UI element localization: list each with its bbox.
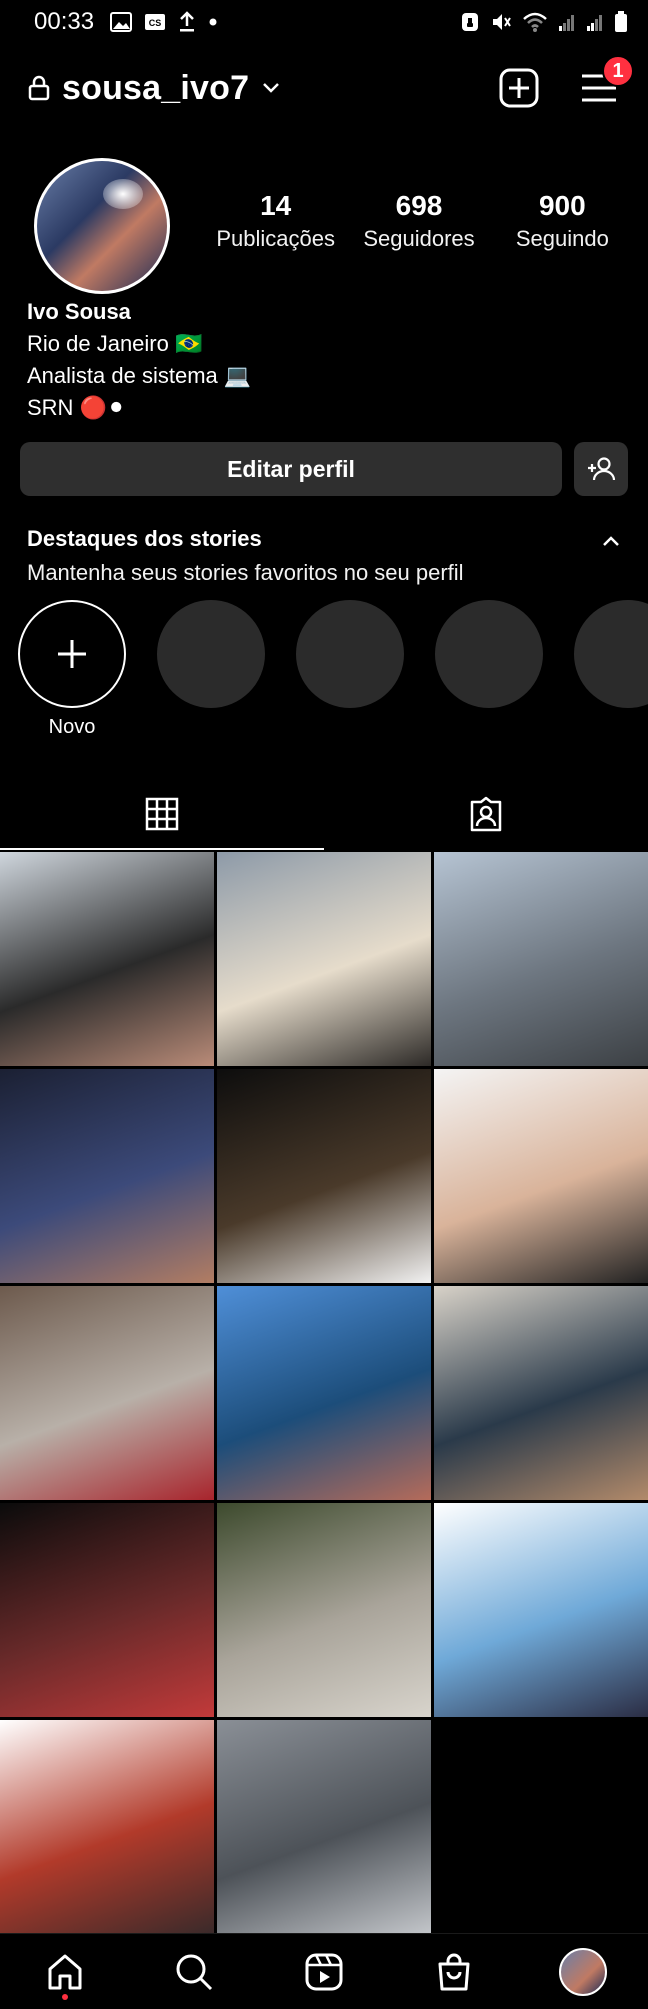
post-thumbnail[interactable] (434, 852, 648, 1066)
profile-avatar (559, 1947, 608, 1996)
upload-icon (178, 11, 196, 33)
stat-posts[interactable]: 14 Publicações (204, 188, 347, 254)
stat-number: 698 (395, 190, 443, 221)
post-thumbnail[interactable] (434, 1286, 648, 1500)
post-thumbnail[interactable] (0, 852, 214, 1066)
post-thumbnail[interactable] (0, 1503, 214, 1717)
status-bar: 00:33 CS (0, 0, 648, 44)
nav-activity-dot (61, 1993, 68, 2000)
mute-icon (490, 11, 512, 33)
plus-icon (58, 640, 86, 668)
stat-number: 900 (538, 190, 586, 221)
profile-header: sousa_ivo7 1 (0, 55, 648, 118)
highlights-subtitle: Mantenha seus stories favoritos no seu p… (27, 560, 464, 585)
highlight-placeholder (574, 600, 648, 708)
notification-badge: 1 (602, 55, 634, 87)
highlights-row: Novo (18, 600, 648, 740)
post-thumbnail[interactable] (434, 1503, 648, 1717)
chevron-up-icon (603, 536, 619, 546)
status-time: 00:33 (34, 8, 95, 35)
nav-home[interactable] (35, 1942, 95, 2002)
post-thumbnail[interactable] (217, 1069, 431, 1283)
nav-shop[interactable] (424, 1942, 484, 2002)
create-post-button[interactable] (498, 67, 540, 109)
post-thumbnail[interactable] (434, 1069, 648, 1283)
wifi-icon (522, 11, 548, 33)
nav-search[interactable] (164, 1942, 224, 2002)
profile-tabs (0, 778, 648, 850)
post-thumbnail[interactable] (217, 1503, 431, 1717)
post-thumbnail[interactable] (217, 1286, 431, 1500)
lock-icon (28, 75, 50, 101)
highlights-title: Destaques dos stories (27, 526, 262, 551)
nav-profile[interactable] (553, 1942, 613, 2002)
stat-label: Seguidores (363, 226, 475, 251)
dot-icon (208, 17, 218, 27)
plus-square-icon (499, 68, 539, 108)
signal-icon (558, 12, 576, 32)
highlight-placeholder (157, 600, 265, 708)
battery-icon (614, 11, 628, 33)
highlight-placeholder (296, 600, 404, 708)
highlight-placeholder (435, 600, 543, 708)
image-icon (110, 12, 133, 32)
caption-icon: CS (144, 12, 166, 32)
bottom-navigation (0, 1933, 648, 2009)
alarm-icon (460, 11, 480, 33)
edit-profile-button[interactable]: Editar perfil (20, 442, 562, 496)
chevron-down-icon[interactable] (261, 78, 281, 98)
post-thumbnail[interactable] (0, 1720, 214, 1934)
tagged-person-icon (470, 796, 502, 832)
stat-following[interactable]: 900 Seguindo (491, 188, 634, 254)
profile-stats: 14 Publicações 698 Seguidores 900 Seguin… (204, 188, 634, 254)
stat-number: 14 (260, 190, 292, 221)
discover-people-button[interactable] (574, 442, 628, 496)
display-name: Ivo Sousa (27, 299, 131, 324)
home-icon (48, 1954, 82, 1989)
profile-bio: Ivo Sousa Rio de Janeiro 🇧🇷 Analista de … (27, 296, 251, 424)
posts-grid (0, 852, 648, 1934)
menu-button[interactable]: 1 (578, 55, 634, 109)
tab-tagged[interactable] (324, 778, 648, 850)
nav-reels[interactable] (294, 1942, 354, 2002)
post-thumbnail[interactable] (217, 1720, 431, 1934)
stat-label: Publicações (216, 226, 335, 251)
add-user-icon (588, 457, 616, 481)
stat-followers[interactable]: 698 Seguidores (347, 188, 490, 254)
svg-text:CS: CS (149, 18, 162, 28)
highlights-collapse-button[interactable] (598, 528, 624, 554)
bio-line: SRN 🔴⚫ (27, 395, 126, 420)
tab-grid[interactable] (0, 778, 324, 850)
grid-icon (145, 797, 179, 831)
new-highlight-button[interactable] (18, 600, 126, 708)
username[interactable]: sousa_ivo7 (62, 69, 249, 108)
status-system-icons (460, 11, 628, 33)
signal-icon (586, 12, 604, 32)
profile-avatar[interactable] (34, 158, 170, 294)
stat-label: Seguindo (515, 226, 609, 251)
post-thumbnail[interactable] (0, 1286, 214, 1500)
bio-line: Analista de sistema 💻 (27, 363, 252, 388)
reels-icon (305, 1953, 343, 1990)
post-thumbnail[interactable] (217, 852, 431, 1066)
new-highlight-label: Novo (48, 716, 96, 738)
search-icon (176, 1954, 213, 1990)
bio-line: Rio de Janeiro 🇧🇷 (27, 331, 203, 356)
status-notification-icons: CS (110, 11, 218, 33)
shop-icon (438, 1953, 470, 1990)
post-thumbnail[interactable] (0, 1069, 214, 1283)
avatar-image (37, 161, 167, 291)
